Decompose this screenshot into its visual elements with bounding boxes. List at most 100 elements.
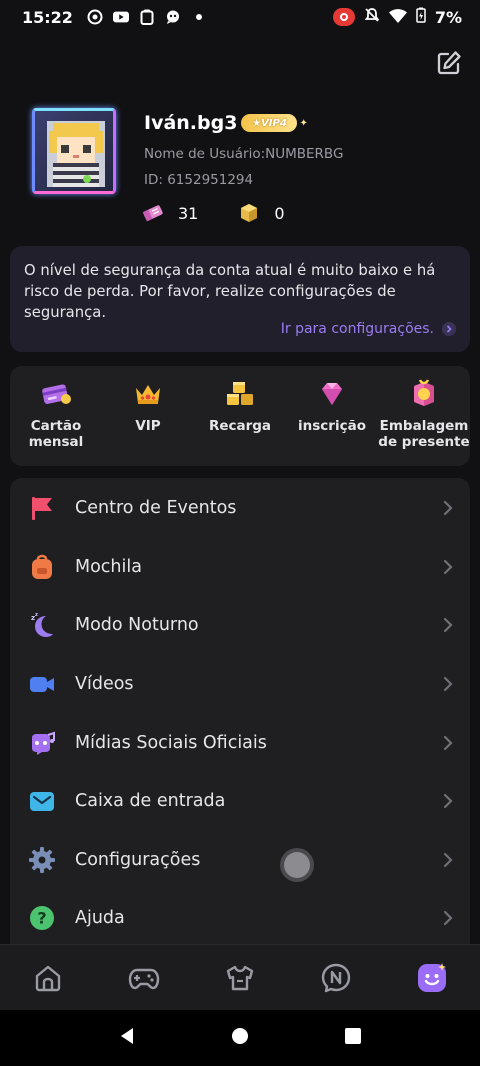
profile-name-row: Iván.bg3 ★ VIP4 ✦ <box>144 112 308 134</box>
ticket-icon <box>142 205 163 222</box>
menu-item-label: Configurações <box>75 850 201 870</box>
profile-header: Iván.bg3 ★ VIP4 ✦ Nome de Usuário:NUMBERB… <box>30 106 450 236</box>
cubes-icon <box>227 382 253 405</box>
security-link-label: Ir para configurações. <box>280 321 434 337</box>
nav-games[interactable] <box>96 945 192 1010</box>
sparkle-icon: ✦ <box>299 117 308 129</box>
status-right: 7% <box>332 7 462 27</box>
chevron-right-icon <box>443 617 453 633</box>
back-button[interactable] <box>117 1026 137 1050</box>
menu-item-label: Caixa de entrada <box>75 791 226 811</box>
menu-item-backpack[interactable]: Mochila <box>10 538 470 596</box>
shortcut-label: Embalagem de presente <box>378 418 470 450</box>
system-navigation-bar <box>0 1010 480 1066</box>
cubes-balance[interactable]: 0 <box>238 202 285 224</box>
shortcut-vip[interactable]: VIP <box>102 378 194 466</box>
crown-icon <box>136 385 160 404</box>
currency-row: 31 0 <box>142 202 285 224</box>
recents-button[interactable] <box>343 1026 363 1050</box>
nav-home[interactable] <box>0 945 96 1010</box>
chevron-right-icon <box>443 500 453 516</box>
gamepad-icon <box>128 968 160 989</box>
chevron-right-icon <box>442 322 456 336</box>
home-icon <box>35 965 61 991</box>
chevron-right-icon <box>443 852 453 868</box>
wifi-icon <box>388 8 407 27</box>
chevron-right-icon <box>443 735 453 751</box>
chevron-right-icon <box>443 793 453 809</box>
shortcut-recharge[interactable]: Recarga <box>194 378 286 466</box>
svg-text:z: z <box>35 612 38 618</box>
shortcut-label: inscrição <box>298 418 366 434</box>
avatar-character-icon <box>47 121 105 187</box>
gift-pack-icon <box>414 379 434 406</box>
dot-icon <box>191 9 207 25</box>
tickets-balance[interactable]: 31 <box>142 202 198 224</box>
chevron-right-icon <box>443 559 453 575</box>
cube-icon <box>241 204 258 222</box>
menu-item-label: Mochila <box>75 557 142 577</box>
menu-item-night-mode[interactable]: zz Modo Noturno <box>10 596 470 654</box>
home-circle-icon <box>231 1028 248 1044</box>
shortcut-grid: Cartão mensal VIP Recarga inscrição Emba… <box>10 366 470 466</box>
mute-icon <box>364 7 380 27</box>
video-camera-icon <box>28 670 56 698</box>
recents-square-icon <box>345 1028 362 1044</box>
tickets-count: 31 <box>178 203 199 223</box>
news-chat-icon <box>321 963 351 992</box>
recording-indicator-icon <box>332 8 355 26</box>
menu-item-label: Ajuda <box>75 908 125 928</box>
menu-item-label: Mídias Sociais Oficiais <box>75 733 267 753</box>
menu-item-official-social-media[interactable]: Mídias Sociais Oficiais <box>10 714 470 772</box>
shortcut-label: Recarga <box>208 418 272 434</box>
profile-name: Iván.bg3 <box>144 112 238 134</box>
menu-item-inbox[interactable]: Caixa de entrada <box>10 772 470 830</box>
chevron-right-icon <box>443 910 453 926</box>
cubes-count: 0 <box>274 203 285 223</box>
moon-icon: zz <box>28 611 56 639</box>
shortcut-monthly-card[interactable]: Cartão mensal <box>10 378 102 466</box>
gear-icon <box>28 846 56 874</box>
vip-badge: ★ VIP4 <box>241 114 298 132</box>
menu-item-label: Vídeos <box>75 674 134 694</box>
shortcut-subscription[interactable]: inscrição <box>286 378 378 466</box>
menu-item-event-center[interactable]: Centro de Eventos <box>10 479 470 537</box>
shortcut-label: Cartão mensal <box>28 418 84 450</box>
battery-icon <box>416 7 426 27</box>
backpack-icon <box>28 553 56 581</box>
diamond-icon <box>322 383 342 405</box>
battery-level: 7% <box>434 7 462 27</box>
security-settings-link[interactable]: Ir para configurações. <box>281 321 456 337</box>
username-line: Nome de Usuário:NUMBERBG <box>144 146 344 162</box>
nav-wardrobe[interactable] <box>192 945 288 1010</box>
menu-item-label: Modo Noturno <box>75 615 199 635</box>
security-warning-card: O nível de segurança da conta atual é mu… <box>10 246 470 352</box>
avatar[interactable] <box>32 108 116 194</box>
monthly-card-icon <box>42 384 71 404</box>
nav-profile[interactable] <box>384 945 480 1010</box>
security-warning-text: O nível de segurança da conta atual é mu… <box>24 262 436 321</box>
nav-news[interactable] <box>288 945 384 1010</box>
help-icon: ? <box>28 904 56 932</box>
edit-profile-button[interactable] <box>436 50 462 76</box>
menu-item-settings[interactable]: Configurações <box>10 831 470 889</box>
home-button[interactable] <box>230 1026 250 1050</box>
menu-item-help[interactable]: ? Ajuda <box>10 889 470 944</box>
back-triangle-icon <box>120 1028 133 1044</box>
menu-item-videos[interactable]: Vídeos <box>10 655 470 713</box>
youtube-icon <box>112 9 129 25</box>
chevron-right-icon <box>443 676 453 692</box>
profile-smile-icon <box>418 962 446 992</box>
menu-list: Centro de Eventos Mochila zz Modo Noturn… <box>10 478 470 944</box>
shortcut-gift-pack[interactable]: Embalagem de presente <box>378 378 470 466</box>
user-id: ID: 6152951294 <box>144 172 254 188</box>
shortcut-label: VIP <box>135 418 161 434</box>
mail-icon <box>28 787 56 815</box>
flag-icon <box>28 494 56 522</box>
bottom-navigation <box>0 944 480 1010</box>
clipboard-icon <box>139 9 155 25</box>
menu-item-label: Centro de Eventos <box>75 498 237 518</box>
status-bar: 15:22 7% <box>0 0 480 34</box>
svg-text:?: ? <box>37 909 46 928</box>
screen-record-icon <box>87 9 103 25</box>
